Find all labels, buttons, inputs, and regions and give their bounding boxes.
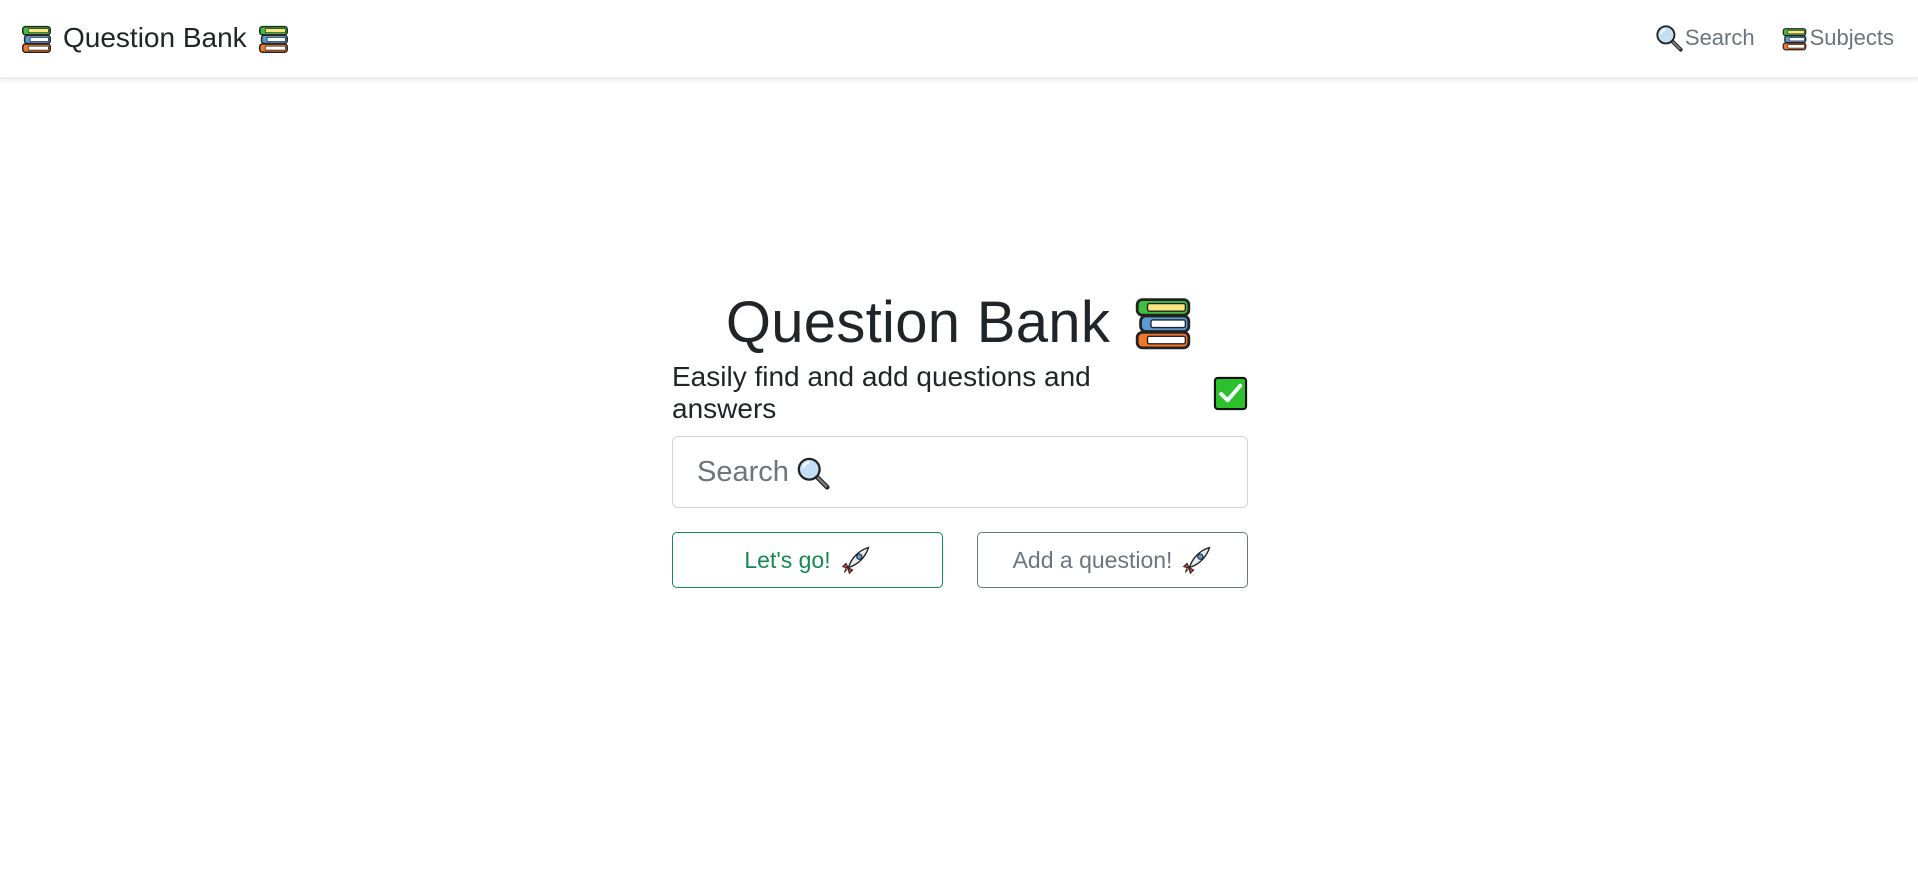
nav-links: Search Subjects [1655, 20, 1894, 56]
books-icon [257, 22, 290, 55]
rocket-icon [841, 545, 871, 575]
top-navbar: Question Bank Search Subjects [0, 0, 1918, 78]
lets-go-button[interactable]: Let's go! [672, 532, 943, 588]
action-buttons: Let's go! Add a question! [672, 532, 1248, 588]
search-field-wrapper [672, 436, 1248, 508]
page-title-text: Question Bank [725, 289, 1111, 355]
check-mark-button-icon [1213, 376, 1248, 411]
nav-link-search[interactable]: Search [1655, 24, 1755, 52]
rocket-icon [1182, 545, 1212, 575]
page-subtitle: Easily find and add questions and answer… [672, 361, 1248, 424]
books-icon [20, 22, 53, 55]
page-subtitle-text: Easily find and add questions and answer… [672, 361, 1091, 424]
lets-go-button-label: Let's go! [744, 546, 831, 573]
nav-link-subjects[interactable]: Subjects [1781, 25, 1894, 52]
add-question-button[interactable]: Add a question! [977, 532, 1248, 588]
brand-link[interactable]: Question Bank [20, 18, 290, 58]
hero-section: Question Bank Easily find and add questi… [672, 284, 1248, 588]
search-input[interactable] [672, 436, 1248, 508]
nav-link-subjects-label: Subjects [1809, 25, 1894, 50]
books-icon [1781, 25, 1808, 52]
books-icon [1132, 291, 1194, 353]
magnifier-icon [1655, 24, 1683, 52]
page-title: Question Bank [672, 284, 1248, 360]
add-question-button-label: Add a question! [1012, 546, 1173, 573]
brand-title: Question Bank [63, 22, 247, 53]
nav-link-search-label: Search [1684, 25, 1755, 50]
